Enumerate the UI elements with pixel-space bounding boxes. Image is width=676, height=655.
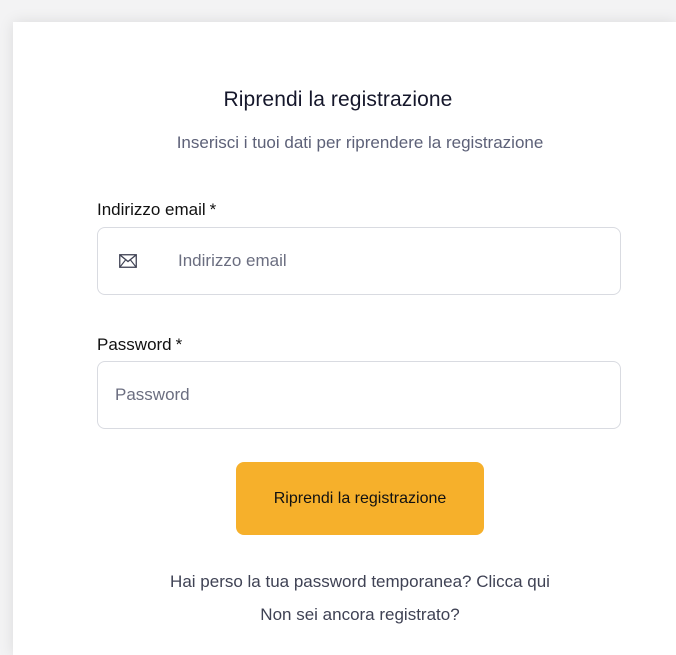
email-label-text: Indirizzo email: [97, 200, 206, 219]
email-required-mark: *: [209, 200, 217, 219]
not-registered-link[interactable]: Non sei ancora registrato?: [260, 605, 459, 624]
email-input[interactable]: [178, 228, 598, 294]
page-title: Riprendi la registrazione: [223, 88, 453, 111]
not-registered-line: Non sei ancora registrato?: [0, 605, 676, 625]
lost-password-text: Hai perso la tua password temporanea?: [170, 572, 472, 591]
resume-registration-button[interactable]: Riprendi la registrazione: [236, 462, 484, 535]
password-input[interactable]: [115, 362, 605, 428]
password-label: Password *: [97, 335, 182, 355]
email-field[interactable]: [97, 227, 621, 295]
lost-password-line: Hai perso la tua password temporanea? Cl…: [0, 572, 676, 592]
page-subtitle: Inserisci i tuoi dati per riprendere la …: [176, 133, 544, 152]
password-field[interactable]: [97, 361, 621, 429]
email-label: Indirizzo email *: [97, 200, 216, 220]
click-here-link[interactable]: Clicca qui: [476, 572, 550, 591]
password-label-text: Password: [97, 335, 172, 354]
password-required-mark: *: [175, 335, 183, 354]
envelope-icon: [119, 254, 137, 268]
